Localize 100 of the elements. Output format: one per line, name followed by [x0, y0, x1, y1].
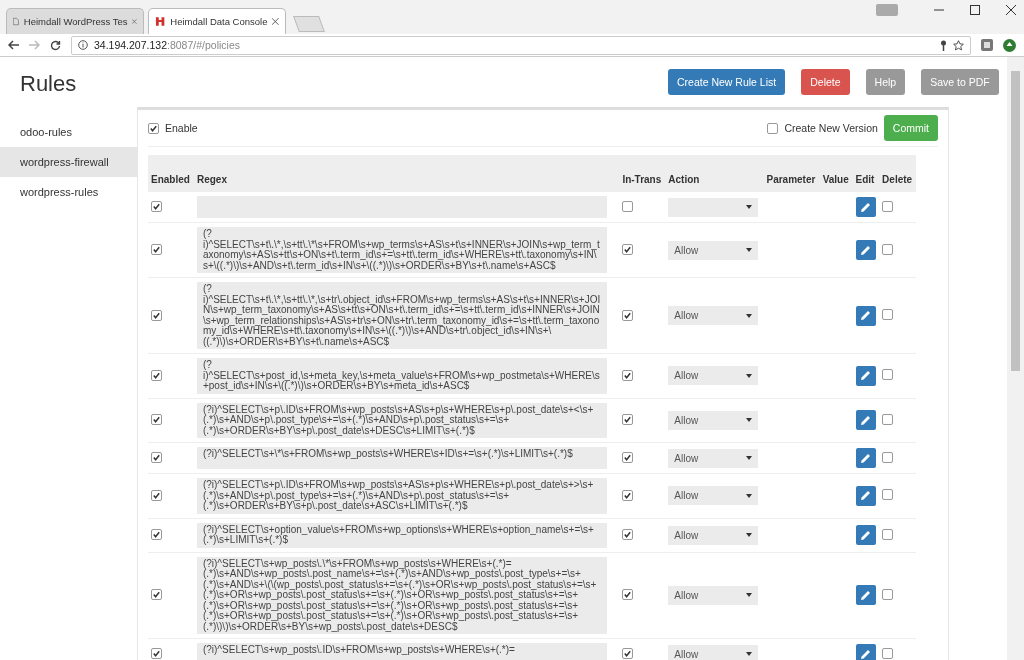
regex-field[interactable]: (?i)^SELECT\s+t\.\*,\s+tt\.\*,\s+tr\.object_id\s+FROM\s+wp_terms\s+AS\s+t\s+INNER\s+JOIN\s+wp_term_taxonomy\s+AS\s+tt\s+ON\s+t\.term_id\s+=\s+tt\.term_id\s+INNER\s+JOIN\s+wp_term_relationships\s+AS\s+tr\s+ON\s+tr\.term_taxonomy_id\s+=\s+tt\.term_taxonomy_id\s+WHERE\s+tt\.taxonomy\s+IN\s+\((.*)\)\s+AND\s+tr\.object_id\s+IN\s+\((.*)\)\s+ORDER\s+BY\s+t\.name\s+ASC$	[196, 282, 607, 349]
pencil-icon	[860, 414, 871, 426]
delete-checkbox[interactable]	[882, 243, 894, 255]
edit-button[interactable]	[855, 485, 876, 506]
delete-checkbox[interactable]	[882, 309, 894, 320]
delete-checkbox[interactable]	[882, 588, 894, 600]
delete-checkbox[interactable]	[882, 451, 894, 463]
enabled-checkbox[interactable]	[151, 529, 162, 540]
action-dropdown[interactable]: Allow	[668, 486, 759, 506]
in-trans-checkbox[interactable]	[622, 489, 634, 501]
delete-checkbox[interactable]	[882, 647, 894, 659]
action-dropdown[interactable]: Allow	[668, 366, 759, 386]
edit-button[interactable]	[855, 365, 876, 386]
pencil-icon	[860, 370, 871, 382]
action-dropdown[interactable]: Allow	[668, 448, 759, 468]
delete-checkbox[interactable]	[882, 528, 894, 540]
caret-icon	[746, 493, 753, 498]
edit-button[interactable]	[855, 448, 876, 468]
column-header: Delete	[879, 155, 916, 192]
action-dropdown[interactable]: Allow	[668, 306, 759, 325]
pencil-icon	[860, 452, 871, 464]
in-trans-checkbox[interactable]	[622, 589, 634, 601]
column-header: Value	[819, 155, 853, 192]
back-icon[interactable]	[8, 40, 19, 50]
key-icon[interactable]	[940, 39, 947, 51]
in-trans-checkbox[interactable]	[622, 309, 634, 321]
browser-tab[interactable]: Heimdall Data Console	[148, 8, 286, 34]
edit-button[interactable]	[855, 240, 876, 260]
caret-icon	[746, 593, 753, 598]
pencil-icon	[860, 201, 871, 213]
action-dropdown[interactable]: Allow	[668, 410, 759, 430]
logo-icon	[155, 16, 166, 27]
sidebar-item[interactable]: odoo-rules	[0, 117, 137, 147]
caret-icon	[746, 313, 753, 318]
delete-checkbox[interactable]	[882, 413, 894, 425]
regex-field[interactable]: (?i)^SELECT\s+wp_posts\.ID\s+FROM\s+wp_posts\s+WHERE\s+(.*)=	[196, 643, 607, 660]
action-dropdown[interactable]: Allow	[668, 525, 759, 545]
delete-checkbox[interactable]	[882, 200, 894, 212]
enabled-checkbox[interactable]	[151, 414, 162, 426]
sidebar-item[interactable]: wordpress-firewall	[0, 147, 137, 177]
in-trans-checkbox[interactable]	[622, 369, 634, 381]
delete-checkbox[interactable]	[882, 489, 894, 501]
edit-button[interactable]	[855, 305, 876, 326]
pencil-icon	[860, 529, 871, 541]
in-trans-checkbox[interactable]	[622, 529, 634, 540]
enabled-checkbox[interactable]	[151, 452, 162, 463]
regex-field[interactable]: (?i)^SELECT\s+option_value\s+FROM\s+wp_options\s+WHERE\s+option_name\s+=\s+(.*)\s+LIMIT\s+(.*)$	[196, 522, 607, 548]
caret-icon	[746, 248, 753, 252]
caret-icon	[746, 205, 753, 209]
in-trans-checkbox[interactable]	[622, 244, 634, 255]
pencil-icon	[860, 310, 871, 321]
info-icon[interactable]	[78, 40, 88, 50]
enabled-checkbox[interactable]	[151, 589, 162, 601]
column-header: In-Trans	[619, 155, 666, 192]
action-dropdown[interactable]: Allow	[668, 585, 759, 605]
column-header: Parameter	[763, 155, 820, 192]
regex-field[interactable]: (?i)^SELECT\s+p\.ID\s+FROM\s+wp_posts\s+AS\s+p\s+WHERE\s+p\.post_date\s+>\s+(.*)\s+AND\s+p\.post_type\s+=\s+(.*)\s+AND\s+p\.post_status\s+=\s+(.*)\s+ORDER\s+BY\s+p\.post_date\s+ASC\s+LIMIT\s+(.*)$	[196, 478, 607, 514]
extension-icon[interactable]	[1003, 38, 1016, 52]
edit-button[interactable]	[855, 585, 876, 606]
column-header: Edit	[852, 155, 880, 192]
page-icon	[13, 16, 19, 27]
star-icon[interactable]	[953, 39, 964, 51]
browser-tab[interactable]: Heimdall WordPress Tes	[6, 8, 144, 34]
sidebar-item[interactable]: wordpress-rules	[0, 177, 137, 207]
enable-checkbox[interactable]	[148, 122, 159, 134]
scrollbar[interactable]	[1007, 57, 1024, 660]
in-trans-checkbox[interactable]	[622, 414, 634, 426]
address-bar[interactable]: 34.194.207.132:8087/#/policies	[71, 35, 971, 55]
pencil-icon	[860, 589, 871, 601]
edit-button[interactable]	[855, 197, 876, 217]
regex-field[interactable]: (?i)^SELECT\s+post_id,\s+meta_key,\s+meta_value\s+FROM\s+wp_postmeta\s+WHERE\s+post_id\s+IN\s+\((.*)\)\s+ORDER\s+BY\s+meta_id\s+ASC$	[196, 358, 607, 394]
enabled-checkbox[interactable]	[151, 369, 162, 381]
edit-button[interactable]	[855, 644, 876, 660]
new-version-checkbox[interactable]	[767, 122, 779, 134]
toolbar-button[interactable]: Create New Rule List	[668, 69, 786, 95]
edit-button[interactable]	[855, 525, 876, 545]
regex-field[interactable]: (?i)^SELECT\s+p\.ID\s+FROM\s+wp_posts\s+AS\s+p\s+WHERE\s+p\.post_date\s+<\s+(.*)\s+AND\s+p\.post_type\s+=\s+(.*)\s+AND\s+p\.post_status\s+=\s+(.*)\s+ORDER\s+BY\s+p\.post_date\s+DESC\s+LIMIT\s+(.*)$	[196, 402, 607, 438]
edit-button[interactable]	[855, 410, 876, 431]
action-dropdown[interactable]: Allow	[668, 240, 759, 260]
enabled-checkbox[interactable]	[151, 244, 162, 255]
in-trans-checkbox[interactable]	[622, 452, 634, 463]
maximize-icon[interactable]	[970, 5, 980, 15]
delete-checkbox[interactable]	[882, 369, 894, 381]
regex-field[interactable]: (?i)^SELECT\s+wp_posts\.\*\s+FROM\s+wp_posts\s+WHERE\s+(.*)=(.*)\s+AND\s+wp_posts\.post_name\s+=\s+(.*)\s+AND\s+wp_posts\.post_type\s+=\s+(.*)\s+AND\s+\(\(wp_posts\.post_status\s+=\s+(.*)\s+OR\s+wp_posts\.post_status\s+=\s+(.*)\s+OR\s+wp_posts\.post_status\s+=\s+(.*)\s+OR\s+wp_posts\.post_status\s+=\s+(.*)\s+OR\s+wp_posts\.post_status\s+=\s+(.*)\s+OR\s+wp_posts\.post_status\s+=\s+(.*)\s+OR\s+wp_posts\.post_status\s+=\s+(.*)\s+OR\s+wp_posts\.post_status\s+=\s+(.*)\)\)\s+ORDER\s+BY\s+wp_posts\.post_date\s+DESC$	[196, 556, 607, 634]
reload-icon[interactable]	[50, 39, 61, 51]
regex-field[interactable]: (?i)^SELECT\s+\*\s+FROM\s+wp_posts\s+WHERE\s+ID\s+=\s+(.*)\s+LIMIT\s+(.*)$	[196, 447, 607, 469]
enabled-checkbox[interactable]	[151, 489, 162, 501]
regex-field[interactable]: (?i)^SELECT\s+t\.\*,\s+tt\.\*\s+FROM\s+wp_terms\s+AS\s+t\s+INNER\s+JOIN\s+wp_term_taxonomy\s+AS\s+tt\s+ON\s+t\.term_id\s+=\s+tt\.term_id\s+WHERE\s+tt\.taxonomy\s+IN\s+\((.*)\)\s+AND\s+t\.term_id\s+IN\s+\((.*)\)\s+ORDER\s+BY\s+t\.name\s+ASC$	[196, 227, 607, 273]
in-trans-checkbox[interactable]	[622, 200, 634, 212]
pencil-icon	[860, 648, 871, 660]
enabled-checkbox[interactable]	[151, 309, 162, 321]
enabled-checkbox[interactable]	[151, 648, 162, 659]
caret-icon	[746, 373, 753, 378]
close-icon[interactable]	[1006, 5, 1016, 15]
enabled-checkbox[interactable]	[151, 201, 162, 212]
extension-icon[interactable]	[981, 39, 993, 51]
toolbar-button[interactable]: Delete	[801, 69, 850, 95]
page-title: Rules	[20, 70, 78, 97]
in-trans-checkbox[interactable]	[622, 648, 634, 659]
action-dropdown[interactable]: Allow	[668, 644, 759, 660]
